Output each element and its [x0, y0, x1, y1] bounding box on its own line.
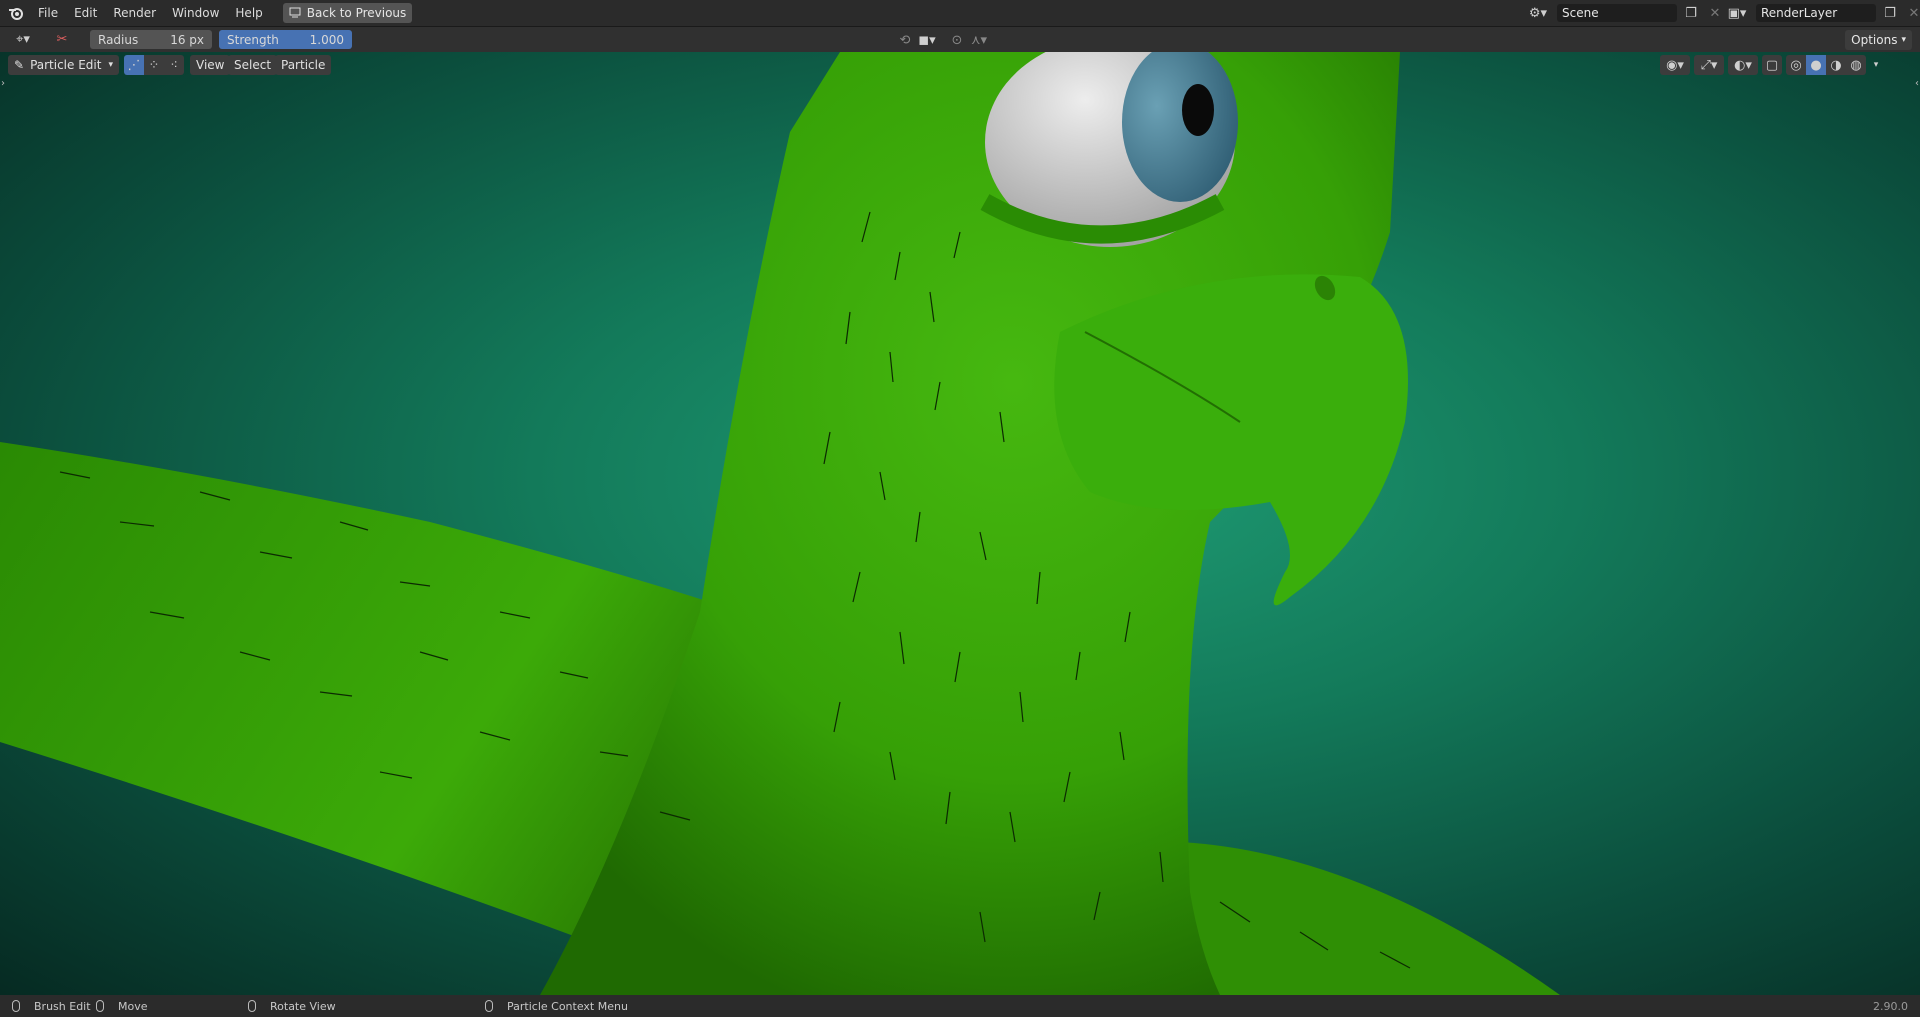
bird-render [0, 52, 1560, 995]
menu-render[interactable]: Render [105, 2, 164, 24]
tool-header: ⌖▾ ✂ Radius 16 px Strength 1.000 ⟲ ◼▾ ⊙ … [0, 26, 1920, 52]
pupil [1182, 84, 1214, 136]
snap-target-icon[interactable]: ◼▾ [917, 30, 937, 50]
mode-label: Particle Edit [30, 58, 102, 72]
back-icon [289, 6, 301, 21]
visibility-icon[interactable]: ◉▾ [1660, 55, 1690, 75]
menu-particle[interactable]: Particle [275, 55, 332, 75]
status-context-menu: Particle Context Menu [485, 995, 628, 1017]
editor-type-icon[interactable]: ⌖▾ [8, 30, 38, 50]
rendered-shading-icon[interactable]: ◍ [1846, 55, 1866, 75]
status-move: Move [96, 995, 148, 1017]
snap-icon[interactable]: ⟲ [895, 30, 915, 50]
mouse-left-icon [12, 1000, 20, 1012]
mode-dropdown[interactable]: ✎ Particle Edit ▾ [8, 55, 119, 75]
gizmo-icon[interactable]: ⤢▾ [1694, 55, 1724, 75]
scene-icon[interactable]: ⚙▾ [1523, 3, 1553, 23]
select-mode-group: ⋰ ⁘ ⁖ [124, 55, 184, 75]
menu-window[interactable]: Window [164, 2, 227, 24]
rotate-view-label: Rotate View [270, 999, 336, 1013]
options-button[interactable]: Options ▾ [1845, 30, 1912, 50]
context-menu-label: Particle Context Menu [507, 999, 628, 1013]
menu-help[interactable]: Help [227, 2, 270, 24]
options-label: Options [1851, 33, 1898, 47]
render-layer-name: RenderLayer [1761, 6, 1838, 20]
tip-select-icon[interactable]: ⁖ [164, 55, 184, 75]
proportional-edit-icon[interactable]: ⊙ [947, 30, 967, 50]
radius-slider[interactable]: Radius 16 px [90, 30, 212, 49]
strength-label: Strength [227, 32, 279, 47]
blender-logo-icon[interactable] [6, 3, 26, 23]
move-label: Move [118, 999, 148, 1013]
toolbar-expand-icon[interactable]: › [1, 78, 5, 89]
status-bar: Brush Edit Move Rotate View Particle Con… [0, 995, 1920, 1017]
menu-view[interactable]: View [190, 55, 231, 75]
back-to-previous-label: Back to Previous [306, 6, 407, 20]
solid-shading-icon[interactable]: ● [1806, 55, 1826, 75]
xray-icon[interactable]: ▢ [1762, 55, 1782, 75]
menu-select-label: Select [234, 58, 272, 72]
render-layer-field[interactable]: RenderLayer [1756, 4, 1876, 22]
delete-render-layer-icon[interactable]: ✕ [1904, 3, 1920, 23]
new-scene-icon[interactable]: ❐ [1681, 3, 1701, 23]
strength-slider[interactable]: Strength 1.000 [219, 30, 352, 49]
wireframe-shading-icon[interactable]: ◎ [1786, 55, 1806, 75]
sidebar-expand-icon[interactable]: ‹ [1915, 78, 1919, 89]
comb-brush-icon[interactable]: ✂ [52, 30, 72, 50]
right-shoulder [1150, 842, 1560, 995]
mouse-middle-icon [96, 1000, 104, 1012]
radius-value: 16 px [170, 32, 204, 47]
path-select-icon[interactable]: ⋰ [124, 55, 144, 75]
material-shading-icon[interactable]: ◑ [1826, 55, 1846, 75]
scene-name: Scene [1562, 6, 1599, 20]
overlay-icon[interactable]: ◐▾ [1728, 55, 1758, 75]
status-version: 2.90.0 [1873, 995, 1908, 1017]
bird-body [540, 52, 1400, 995]
status-rotate-view: Rotate View [248, 995, 336, 1017]
shading-icon[interactable]: ▾ [1870, 55, 1882, 75]
new-render-layer-icon[interactable]: ❐ [1880, 3, 1900, 23]
version-label: 2.90.0 [1873, 999, 1908, 1013]
strength-value: 1.000 [309, 32, 344, 47]
chevron-down-icon: ▾ [108, 60, 113, 70]
mouse-right-icon [485, 1000, 493, 1012]
brush-edit-label: Brush Edit [34, 999, 91, 1013]
radius-label: Radius [98, 32, 139, 47]
3d-viewport[interactable]: ✎ Particle Edit ▾ ⋰ ⁘ ⁖ View Select Part… [0, 52, 1920, 995]
status-brush-edit: Brush Edit [12, 995, 91, 1017]
particle-brush-icon: ✎ [14, 58, 25, 72]
back-to-previous-button[interactable]: Back to Previous [282, 3, 413, 23]
menu-particle-label: Particle [281, 58, 326, 72]
top-bar: File Edit Render Window Help Back to Pre… [0, 0, 1920, 26]
mouse-middle-icon [248, 1000, 256, 1012]
menu-select[interactable]: Select [228, 55, 278, 75]
chevron-down-icon: ▾ [1901, 35, 1906, 45]
menu-view-label: View [196, 58, 225, 72]
falloff-icon[interactable]: ⋏▾ [969, 30, 989, 50]
scene-field[interactable]: Scene [1557, 4, 1677, 22]
render-layer-icon[interactable]: ▣▾ [1722, 3, 1752, 23]
menu-file[interactable]: File [30, 2, 66, 24]
point-select-icon[interactable]: ⁘ [144, 55, 164, 75]
menu-edit[interactable]: Edit [66, 2, 105, 24]
